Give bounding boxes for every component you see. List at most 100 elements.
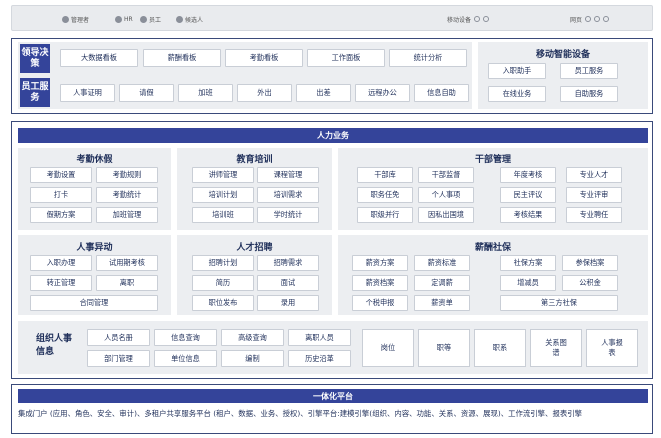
salary-item[interactable]: 个税申报 (352, 295, 408, 311)
recruit-item[interactable]: 招聘计划 (192, 255, 254, 271)
org-item[interactable]: 信息查询 (154, 329, 217, 346)
cadre-item[interactable]: 年度考核 (500, 167, 556, 183)
mobile-item[interactable]: 员工服务 (560, 63, 618, 79)
mobile-title: 移动智能设备 (535, 50, 590, 60)
cadre-item[interactable]: 职级并行 (357, 207, 413, 223)
transfer-item[interactable]: 离职 (96, 275, 158, 291)
salary-title: 薪酬社保 (474, 243, 511, 253)
staff-item[interactable]: 人事证明 (60, 84, 115, 102)
recruit-item[interactable]: 职位发布 (192, 295, 254, 311)
device-web[interactable]: 网页 (570, 6, 610, 32)
cadre-item[interactable]: 职务任免 (357, 187, 413, 203)
attendance-item[interactable]: 考勤设置 (30, 167, 92, 183)
leader-item[interactable]: 工作面板 (307, 49, 385, 67)
salary-item[interactable]: 定调薪 (414, 275, 470, 291)
salary-item[interactable]: 参保档案 (562, 255, 618, 271)
cadre-item[interactable]: 干部监督 (418, 167, 474, 183)
training-title: 教育培训 (236, 155, 273, 165)
leader-label: 领导决策 (20, 44, 50, 73)
transfer-title: 人事异动 (76, 243, 113, 253)
cadre-item[interactable]: 干部库 (357, 167, 413, 183)
staff-item[interactable]: 加班 (178, 84, 233, 102)
staff-item[interactable]: 请假 (119, 84, 174, 102)
leader-item[interactable]: 薪酬看板 (143, 49, 221, 67)
attendance-item[interactable]: 考勤统计 (96, 187, 158, 203)
recruit-title: 人才招聘 (236, 243, 273, 253)
salary-item[interactable]: 薪资单 (414, 295, 470, 311)
staff-item[interactable]: 外出 (237, 84, 292, 102)
cadre-item[interactable]: 民主评议 (500, 187, 556, 203)
attendance-item[interactable]: 打卡 (30, 187, 92, 203)
cadre-item[interactable]: 专业人才 (566, 167, 622, 183)
leader-item[interactable]: 大数据看板 (60, 49, 138, 67)
browser-icon (603, 16, 610, 22)
user-type-manager[interactable]: 管理者 (62, 6, 89, 32)
org-item[interactable]: 人员名册 (87, 329, 150, 346)
staff-item[interactable]: 远程办公 (355, 84, 410, 102)
staff-item[interactable]: 出差 (296, 84, 351, 102)
staff-label: 员工服务 (20, 78, 50, 107)
cadre-item[interactable]: 个人事项 (418, 187, 474, 203)
recruit-item[interactable]: 面试 (257, 275, 319, 291)
org-item[interactable]: 部门管理 (87, 350, 150, 367)
platform-title: 一体化平台 (18, 389, 648, 403)
attendance-item[interactable]: 假期方案 (30, 207, 92, 223)
user-type-employee[interactable]: 员工 (140, 6, 161, 32)
mobile-item[interactable]: 自助服务 (560, 86, 618, 102)
group-icon (140, 15, 147, 23)
top-bar: 管理者 HR 员工 候选人 移动设备 网页 (11, 5, 653, 31)
training-item[interactable]: 培训班 (192, 207, 254, 223)
org-big-item[interactable]: 职等 (418, 329, 470, 367)
mobile-item[interactable]: 在线业务 (488, 86, 546, 102)
device-mobile[interactable]: 移动设备 (447, 6, 490, 32)
cadre-item[interactable]: 专业聘任 (566, 207, 622, 223)
user-type-candidate[interactable]: 候选人 (176, 6, 203, 32)
transfer-item[interactable]: 合同管理 (30, 295, 158, 311)
cadre-item[interactable]: 专业评审 (566, 187, 622, 203)
org-label: 组织人事信息 (36, 334, 73, 357)
recruit-item[interactable]: 简历 (192, 275, 254, 291)
android-icon (483, 16, 490, 22)
training-item[interactable]: 培训需求 (257, 187, 319, 203)
mobile-item[interactable]: 入职助手 (488, 63, 546, 79)
leader-item[interactable]: 考勤看板 (225, 49, 303, 67)
user-icon (62, 15, 69, 23)
browser-icon (594, 16, 601, 22)
salary-item[interactable]: 第三方社保 (500, 295, 618, 311)
salary-item[interactable]: 公积金 (562, 275, 618, 291)
transfer-item[interactable]: 入职办理 (30, 255, 92, 271)
leader-item[interactable]: 统计分析 (389, 49, 467, 67)
cadre-title: 干部管理 (474, 155, 511, 165)
platform-description: 集成门户 (应用、角色、安全、审计)、多租户共享服务平台 (租户、数据、业务、授… (18, 409, 583, 418)
org-item[interactable]: 高级查询 (221, 329, 284, 346)
training-item[interactable]: 讲师管理 (192, 167, 254, 183)
salary-item[interactable]: 社保方案 (500, 255, 556, 271)
recruit-item[interactable]: 招聘需求 (257, 255, 319, 271)
staff-item[interactable]: 信息自助 (414, 84, 469, 102)
cadre-item[interactable]: 考核结果 (500, 207, 556, 223)
org-item[interactable]: 历史沿革 (288, 350, 351, 367)
salary-item[interactable]: 薪资标准 (414, 255, 470, 271)
attendance-item[interactable]: 考勤规则 (96, 167, 158, 183)
org-big-item[interactable]: 关系图谱 (530, 329, 582, 367)
transfer-item[interactable]: 转正管理 (30, 275, 92, 291)
org-big-item[interactable]: 职系 (474, 329, 526, 367)
training-item[interactable]: 培训计划 (192, 187, 254, 203)
salary-item[interactable]: 增减员 (500, 275, 556, 291)
recruit-item[interactable]: 录用 (257, 295, 319, 311)
salary-item[interactable]: 薪资档案 (352, 275, 408, 291)
org-big-item[interactable]: 岗位 (362, 329, 414, 367)
org-item[interactable]: 编制 (221, 350, 284, 367)
org-item[interactable]: 离职人员 (288, 329, 351, 346)
apple-icon (474, 16, 481, 22)
transfer-item[interactable]: 试用期考核 (96, 255, 158, 271)
org-big-item[interactable]: 人事报表 (586, 329, 638, 367)
attendance-item[interactable]: 加班管理 (96, 207, 158, 223)
salary-item[interactable]: 薪资方案 (352, 255, 408, 271)
training-item[interactable]: 课程管理 (257, 167, 319, 183)
user-type-hr[interactable]: HR (115, 6, 133, 32)
hr-title: 人力业务 (18, 128, 648, 143)
cadre-item[interactable]: 因私出国境 (418, 207, 474, 223)
org-item[interactable]: 单位信息 (154, 350, 217, 367)
training-item[interactable]: 学时统计 (257, 207, 319, 223)
